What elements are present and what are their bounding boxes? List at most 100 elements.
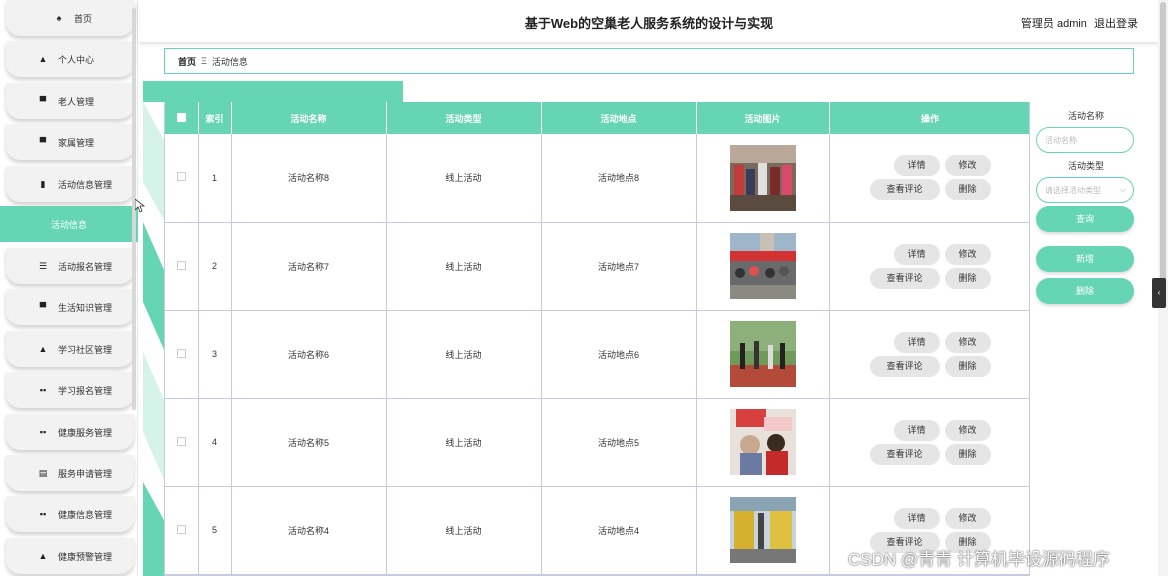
table-row: 3 活动名称6 线上活动 活动地点6 详情 修改 查看评论 删除 (165, 310, 1029, 399)
table-row: 4 活动名称5 线上活动 活动地点5 详情 修改 查看评论 删除 (165, 398, 1029, 487)
detail-button[interactable]: 详情 (893, 331, 940, 353)
activity-name-input[interactable]: 活动名称 (1036, 127, 1134, 153)
sidebar-item-2[interactable]: ▀ 老人管理 (6, 83, 134, 119)
add-button[interactable]: 新增 (1036, 246, 1134, 272)
breadcrumb-separator-icon: Ξ (201, 56, 207, 66)
sidebar-item-label: 个人中心 (58, 54, 95, 65)
breadcrumb-home[interactable]: 首页 (178, 55, 196, 68)
activity-name-placeholder: 活动名称 (1045, 135, 1077, 145)
cell-actions: 详情 修改 查看评论 删除 (829, 398, 1029, 487)
detail-button[interactable]: 详情 (893, 419, 940, 441)
column-header-type: 活动类型 (386, 102, 542, 134)
delete-button[interactable]: 删除 (944, 267, 991, 289)
row-checkbox[interactable] (165, 222, 199, 311)
sidebar-item-label: 健康预警管理 (58, 551, 113, 562)
decorative-zigzag (143, 102, 165, 576)
document-icon: ▤ (38, 467, 48, 478)
sidebar-item-6[interactable]: ☰ 活动报名管理 (6, 248, 134, 284)
row-checkbox[interactable] (165, 486, 199, 575)
view-comments-button[interactable]: 查看评论 (869, 443, 940, 465)
sidebar-item-label: 老人管理 (58, 96, 95, 107)
cell-type: 线上活动 (386, 134, 542, 223)
sidebar-item-5[interactable]: 活动信息 (0, 206, 138, 242)
mouse-cursor-icon (135, 199, 145, 213)
sidebar-item-12[interactable]: ▪▪ 健康信息管理 (6, 496, 134, 532)
detail-button[interactable]: 详情 (893, 155, 940, 177)
cell-image (696, 310, 830, 399)
page-scrollbar-thumb[interactable] (1160, 2, 1166, 292)
sidebar-item-label: 生活知识管理 (58, 302, 113, 313)
edit-button[interactable]: 修改 (944, 243, 991, 265)
activity-photo[interactable] (729, 409, 796, 475)
activity-photo[interactable] (729, 233, 796, 299)
cell-location: 活动地点8 (541, 134, 697, 223)
cell-name: 活动名称5 (231, 398, 387, 487)
cell-actions: 详情 修改 查看评论 删除 (829, 134, 1029, 223)
edit-button[interactable]: 修改 (944, 331, 991, 353)
cell-image (696, 134, 830, 223)
sidebar-item-label: 活动信息管理 (58, 179, 113, 190)
detail-button[interactable]: 详情 (893, 243, 940, 265)
sidebar-item-0[interactable]: ♠ 首页 (6, 0, 134, 36)
edit-button[interactable]: 修改 (944, 419, 991, 441)
sidebar-item-4[interactable]: ▮ 活动信息管理 (6, 166, 134, 202)
sidebar-item-11[interactable]: ▤ 服务申请管理 (6, 455, 134, 491)
chevron-down-icon: ⌵ (1119, 185, 1126, 194)
person-icon: ▲ (38, 551, 48, 561)
delete-button[interactable]: 删除 (944, 355, 991, 377)
search-type-label: 活动类型 (1067, 161, 1104, 171)
cell-index: 4 (198, 398, 232, 487)
sidebar-item-9[interactable]: ▪▪ 学习报名管理 (6, 372, 134, 408)
view-comments-button[interactable]: 查看评论 (869, 179, 940, 201)
watermark: CSDN @青青 计算机毕设源码程序 (848, 550, 1110, 569)
side-collapse-handle[interactable]: ‹ (1152, 278, 1166, 308)
cell-actions: 详情 修改 查看评论 删除 (829, 222, 1029, 311)
sidebar-item-1[interactable]: ▲ 个人中心 (6, 41, 134, 77)
sidebar-item-8[interactable]: ▲ 学习社区管理 (6, 331, 134, 367)
detail-button[interactable]: 详情 (893, 507, 940, 529)
activity-table: 索引 活动名称 活动类型 活动地点 活动图片 操作 1 活动名称8 线上活动 活动地点… (164, 102, 1030, 576)
activity-photo[interactable] (729, 321, 796, 387)
view-comments-button[interactable]: 查看评论 (869, 355, 940, 377)
cell-type: 线上活动 (386, 310, 542, 399)
view-comments-button[interactable]: 查看评论 (869, 267, 940, 289)
breadcrumb: 首页 Ξ 活动信息 (164, 48, 1134, 74)
monitor-icon: ▀ (39, 96, 47, 106)
home-icon: ♠ (56, 13, 62, 23)
sidebar-item-10[interactable]: ▪▪ 健康服务管理 (6, 414, 134, 450)
cell-name: 活动名称6 (231, 310, 387, 399)
sidebar-item-7[interactable]: ▀ 生活知识管理 (6, 289, 134, 325)
select-all-checkbox[interactable] (165, 102, 199, 134)
sidebar-item-label: 健康服务管理 (58, 427, 113, 438)
query-button[interactable]: 查询 (1036, 206, 1134, 232)
cell-name: 活动名称4 (231, 486, 387, 575)
row-checkbox[interactable] (165, 134, 199, 223)
row-checkbox[interactable] (165, 398, 199, 487)
cell-image (696, 398, 830, 487)
search-panel: 活动名称 活动名称 活动类型 请选择活动类型 ⌵ 查询 新增 删除 (1036, 104, 1136, 304)
sidebar-item-label: 学习社区管理 (58, 344, 113, 355)
delete-button[interactable]: 删除 (944, 443, 991, 465)
cell-image (696, 222, 830, 311)
logout-link[interactable]: 退出登录 (1094, 18, 1138, 30)
grid-icon: ▪▪ (39, 385, 47, 395)
column-header-location: 活动地点 (541, 102, 697, 134)
sidebar-item-3[interactable]: ▀ 家属管理 (6, 124, 134, 160)
edit-button[interactable]: 修改 (944, 155, 991, 177)
batch-delete-button[interactable]: 删除 (1036, 278, 1134, 304)
app-window: ♠ 首页 ▲ 个人中心 ▀ 老人管理 ▀ 家属管理 ▮ 活动信息管理 活动信息 ☰ 活动报名管理 ▀ 生活知… (0, 0, 1168, 576)
edit-button[interactable]: 修改 (944, 507, 991, 529)
delete-button[interactable]: 删除 (944, 179, 991, 201)
sidebar-item-label: 首页 (73, 13, 92, 24)
activity-photo[interactable] (729, 497, 796, 563)
sidebar-item-13[interactable]: ▲ 健康预警管理 (6, 538, 134, 574)
activity-photo[interactable] (729, 144, 796, 211)
decorative-strip (143, 81, 403, 102)
activity-type-placeholder: 请选择活动类型 (1045, 185, 1101, 195)
activity-type-select[interactable]: 请选择活动类型 ⌵ (1036, 177, 1134, 203)
cell-type: 线上活动 (386, 486, 542, 575)
user-area: 管理员 admin 退出登录 (1017, 15, 1138, 31)
row-checkbox[interactable] (165, 310, 199, 399)
grid-icon: ▪▪ (39, 509, 47, 519)
grid-alt-icon: ▪▪ (39, 427, 47, 437)
